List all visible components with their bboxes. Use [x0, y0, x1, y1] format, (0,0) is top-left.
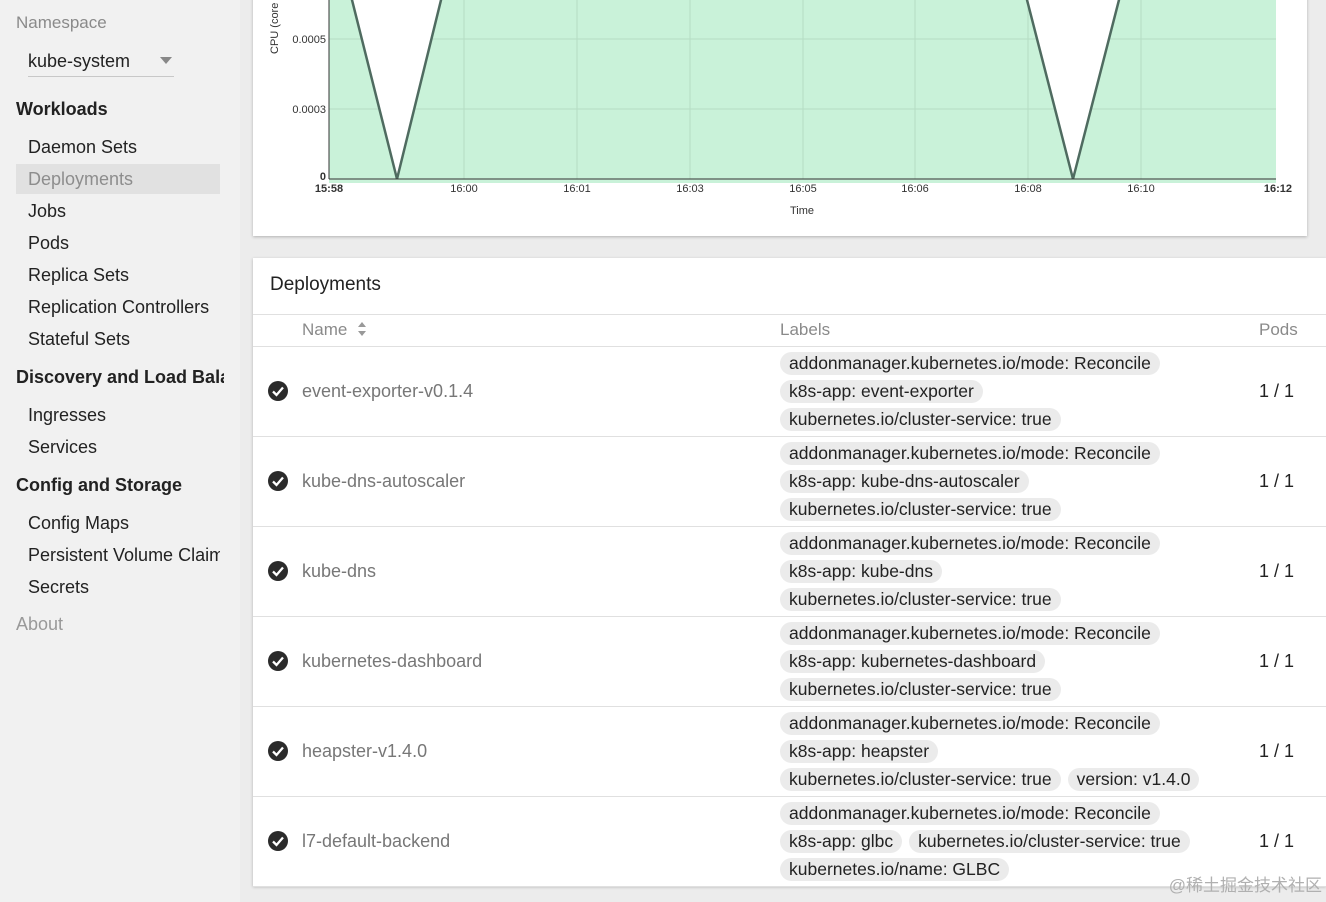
label-chip: addonmanager.kubernetes.io/mode: Reconci… — [780, 802, 1160, 825]
deployments-card: Deployments Name Labels Pods event-expor… — [253, 258, 1326, 887]
label-chip: k8s-app: kube-dns-autoscaler — [780, 470, 1029, 493]
label-chip: addonmanager.kubernetes.io/mode: Reconci… — [780, 532, 1160, 555]
check-circle-icon — [268, 831, 288, 851]
sidebar-item-ingresses[interactable]: Ingresses — [16, 400, 220, 430]
pods-count: 1 / 1 — [1259, 831, 1295, 851]
x-tick-label: 15:58 — [315, 183, 343, 195]
label-chip: kubernetes.io/cluster-service: true — [780, 408, 1061, 431]
x-tick-label: 16:00 — [450, 183, 478, 195]
label-chip: kubernetes.io/cluster-service: true — [780, 678, 1061, 701]
table-header: Name Labels Pods — [253, 314, 1326, 347]
table-row: event-exporter-v0.1.4 addonmanager.kubern… — [253, 346, 1326, 437]
label-chip: kubernetes.io/cluster-service: true — [780, 498, 1061, 521]
sidebar-item-replication-controllers[interactable]: Replication Controllers — [16, 292, 220, 322]
label-chip: addonmanager.kubernetes.io/mode: Reconci… — [780, 622, 1160, 645]
deployment-name-link[interactable]: kubernetes-dashboard — [302, 651, 482, 672]
section-config-storage[interactable]: Config and Storage — [16, 475, 224, 496]
label-chip: kubernetes.io/cluster-service: true — [780, 768, 1061, 791]
labels-cell: addonmanager.kubernetes.io/mode: Reconci… — [780, 620, 1240, 704]
sidebar-item-replica-sets[interactable]: Replica Sets — [16, 260, 220, 290]
sidebar: Namespace kube-system Workloads Daemon S… — [0, 0, 240, 902]
label-chip: k8s-app: kubernetes-dashboard — [780, 650, 1046, 673]
check-circle-icon — [268, 651, 288, 671]
section-workloads[interactable]: Workloads — [16, 99, 224, 120]
x-ticks: 15:58 16:00 16:01 16:03 16:05 16:06 16:08 16:10… — [315, 183, 1292, 195]
label-chip: version: v1.4.0 — [1067, 768, 1200, 791]
check-circle-icon — [268, 561, 288, 581]
x-tick-label: 16:12 — [1264, 183, 1292, 195]
deployment-name-link[interactable]: kube-dns — [302, 561, 376, 582]
namespace-value: kube-system — [28, 51, 131, 71]
column-header-name[interactable]: Name — [302, 320, 347, 340]
labels-cell: addonmanager.kubernetes.io/mode: Reconci… — [780, 440, 1240, 524]
label-chip: addonmanager.kubernetes.io/mode: Reconci… — [780, 352, 1160, 375]
check-circle-icon — [268, 471, 288, 491]
label-chip: k8s-app: glbc — [780, 830, 903, 853]
sidebar-item-jobs[interactable]: Jobs — [16, 196, 220, 226]
x-axis-label: Time — [790, 205, 814, 217]
deployment-name-link[interactable]: l7-default-backend — [302, 831, 450, 852]
labels-cell: addonmanager.kubernetes.io/mode: Reconci… — [780, 530, 1240, 614]
label-chip: k8s-app: heapster — [780, 740, 939, 763]
namespace-select[interactable]: kube-system — [28, 48, 174, 77]
sidebar-item-stateful-sets[interactable]: Stateful Sets — [16, 324, 220, 354]
x-tick-label: 16:10 — [1127, 183, 1155, 195]
pods-count: 1 / 1 — [1259, 561, 1295, 581]
check-circle-icon — [268, 741, 288, 761]
table-row: kube-dns addonmanager.kubernetes.io/mode:… — [253, 526, 1326, 617]
labels-cell: addonmanager.kubernetes.io/mode: Reconci… — [780, 350, 1240, 434]
cpu-chart: 00.00030.0005 15:58 16:00 16:01 16:03 16:05 1… — [269, 0, 1292, 217]
y-tick-label: 0.0003 — [292, 104, 326, 116]
label-chip: k8s-app: event-exporter — [780, 380, 983, 403]
table-row: heapster-v1.4.0 addonmanager.kubernetes.i… — [253, 706, 1326, 797]
pods-count: 1 / 1 — [1259, 651, 1295, 671]
sidebar-item-pods[interactable]: Pods — [16, 228, 220, 258]
sidebar-item-config-maps[interactable]: Config Maps — [16, 508, 220, 538]
x-tick-label: 16:03 — [676, 183, 704, 195]
pods-count: 1 / 1 — [1259, 741, 1295, 761]
table-row: kubernetes-dashboard addonmanager.kuberne… — [253, 616, 1326, 707]
watermark: @稀土掘金技术社区 — [1168, 876, 1322, 895]
label-chip: addonmanager.kubernetes.io/mode: Reconci… — [780, 442, 1160, 465]
sidebar-item-secrets[interactable]: Secrets — [16, 572, 220, 602]
deployment-name-link[interactable]: event-exporter-v0.1.4 — [302, 381, 473, 402]
x-tick-label: 16:01 — [563, 183, 591, 195]
x-tick-label: 16:05 — [789, 183, 817, 195]
y-ticks: 0 0.0003 0.0005 — [292, 34, 326, 183]
pods-count: 1 / 1 — [1259, 471, 1295, 491]
sidebar-item-about[interactable]: About — [16, 614, 63, 635]
caret-down-icon — [160, 57, 172, 64]
sort-icon[interactable] — [357, 321, 367, 337]
label-chip: addonmanager.kubernetes.io/mode: Reconci… — [780, 712, 1160, 735]
pods-count: 1 / 1 — [1259, 381, 1295, 401]
section-discovery[interactable]: Discovery and Load Balar — [16, 367, 224, 388]
x-tick-label: 16:08 — [1014, 183, 1042, 195]
label-chip: kubernetes.io/cluster-service: true — [909, 830, 1190, 853]
table-row: kube-dns-autoscaler addonmanager.kubernet… — [253, 436, 1326, 527]
deployments-title: Deployments — [270, 274, 381, 295]
y-axis-label: CPU (core — [269, 3, 281, 54]
column-header-pods: Pods — [1259, 320, 1298, 339]
label-chip: kubernetes.io/cluster-service: true — [780, 588, 1061, 611]
table-row: l7-default-backend addonmanager.kubernete… — [253, 796, 1326, 887]
y-tick-label: 0 — [320, 171, 326, 183]
y-tick-label: 0.0005 — [292, 34, 326, 46]
deployment-name-link[interactable]: heapster-v1.4.0 — [302, 741, 427, 762]
check-circle-icon — [268, 381, 288, 401]
column-header-labels: Labels — [780, 320, 831, 339]
labels-cell: addonmanager.kubernetes.io/mode: Reconci… — [780, 710, 1240, 794]
label-chip: kubernetes.io/name: GLBC — [780, 858, 1010, 881]
x-tick-label: 16:06 — [901, 183, 929, 195]
sidebar-item-services[interactable]: Services — [16, 432, 220, 462]
sidebar-item-daemon-sets[interactable]: Daemon Sets — [16, 132, 220, 162]
sidebar-item-deployments[interactable]: Deployments — [16, 164, 220, 194]
label-chip: k8s-app: kube-dns — [780, 560, 942, 583]
cpu-chart-card: 0 0.0003 0.0005 15:58 16:00 16:01 16:03 16:05 1… — [253, 0, 1307, 236]
namespace-label: Namespace — [16, 13, 107, 32]
deployment-name-link[interactable]: kube-dns-autoscaler — [302, 471, 465, 492]
sidebar-item-pvc[interactable]: Persistent Volume Claim — [16, 540, 220, 570]
